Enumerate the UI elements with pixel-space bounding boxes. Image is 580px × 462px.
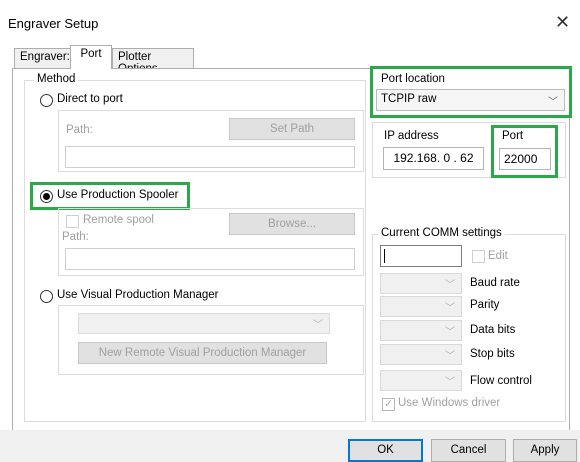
use-windows-driver-label: Use Windows driver — [398, 397, 501, 409]
production-spooler-label: Use Production Spooler — [57, 189, 179, 201]
flow-control-select[interactable]: ﹀ — [380, 370, 462, 391]
method-legend: Method — [34, 73, 79, 85]
vpm-label: Use Visual Production Manager — [57, 289, 219, 301]
chevron-down-icon: ﹀ — [548, 97, 558, 108]
comm-legend: Current COMM settings — [378, 227, 505, 239]
port-number-label: Port — [502, 130, 524, 142]
remote-spool-checkbox[interactable] — [66, 215, 79, 228]
port-number-input[interactable]: 22000 — [499, 148, 551, 170]
port-location-select[interactable]: TCPIP raw ﹀ — [376, 89, 565, 111]
text-caret — [384, 249, 385, 263]
parity-select[interactable]: ﹀ — [380, 296, 462, 317]
use-windows-driver-checkbox[interactable] — [382, 397, 395, 411]
chevron-down-icon: ﹀ — [445, 351, 455, 362]
stop-bits-label: Stop bits — [470, 348, 515, 360]
vpm-combo[interactable]: ﹀ — [78, 313, 330, 334]
remote-spool-label: Remote spool — [83, 214, 154, 226]
chevron-down-icon: ﹀ — [445, 303, 455, 314]
chevron-down-icon: ﹀ — [445, 327, 455, 338]
baud-rate-select[interactable]: ﹀ — [380, 273, 462, 294]
direct-to-port-label: Direct to port — [57, 93, 123, 105]
vpm-radio[interactable] — [40, 290, 53, 303]
spooler-path-input[interactable] — [65, 248, 355, 270]
stop-bits-select[interactable]: ﹀ — [380, 344, 462, 365]
chevron-down-icon: ﹀ — [313, 320, 323, 331]
comm-port-input[interactable] — [380, 245, 462, 267]
parity-label: Parity — [470, 299, 500, 311]
direct-path-label: Path: — [66, 124, 93, 136]
production-spooler-radio[interactable] — [40, 190, 53, 203]
data-bits-select[interactable]: ﹀ — [380, 320, 462, 341]
close-icon[interactable]: ✕ — [555, 12, 570, 33]
ok-button[interactable]: OK — [348, 439, 423, 462]
flow-control-label: Flow control — [470, 375, 532, 387]
chevron-down-icon: ﹀ — [445, 280, 455, 291]
port-location-value: TCPIP raw — [381, 93, 437, 105]
tab-engraver[interactable]: Engraver: — [14, 48, 71, 68]
new-remote-vpm-button[interactable]: New Remote Visual Production Manager — [78, 342, 327, 364]
spooler-path-label: Path: — [62, 231, 89, 243]
ip-address-input[interactable]: 192.168. 0 . 62 — [383, 147, 484, 170]
edit-checkbox[interactable] — [472, 250, 485, 263]
ip-address-label: IP address — [384, 130, 439, 142]
direct-path-input[interactable] — [65, 146, 355, 168]
chevron-down-icon: ﹀ — [445, 377, 455, 388]
browse-button[interactable]: Browse... — [229, 213, 355, 235]
tab-plotter-options[interactable]: Plotter Options — [112, 48, 194, 75]
tab-port[interactable]: Port — [70, 45, 112, 69]
apply-button[interactable]: Apply — [513, 439, 577, 462]
cancel-button[interactable]: Cancel — [431, 439, 506, 462]
data-bits-label: Data bits — [470, 324, 516, 336]
baud-rate-label: Baud rate — [470, 277, 520, 289]
edit-label: Edit — [488, 250, 508, 262]
set-path-button[interactable]: Set Path — [229, 118, 355, 140]
window-title: Engraver Setup — [8, 16, 99, 31]
port-location-label: Port location — [381, 73, 445, 85]
direct-to-port-radio[interactable] — [40, 94, 53, 107]
